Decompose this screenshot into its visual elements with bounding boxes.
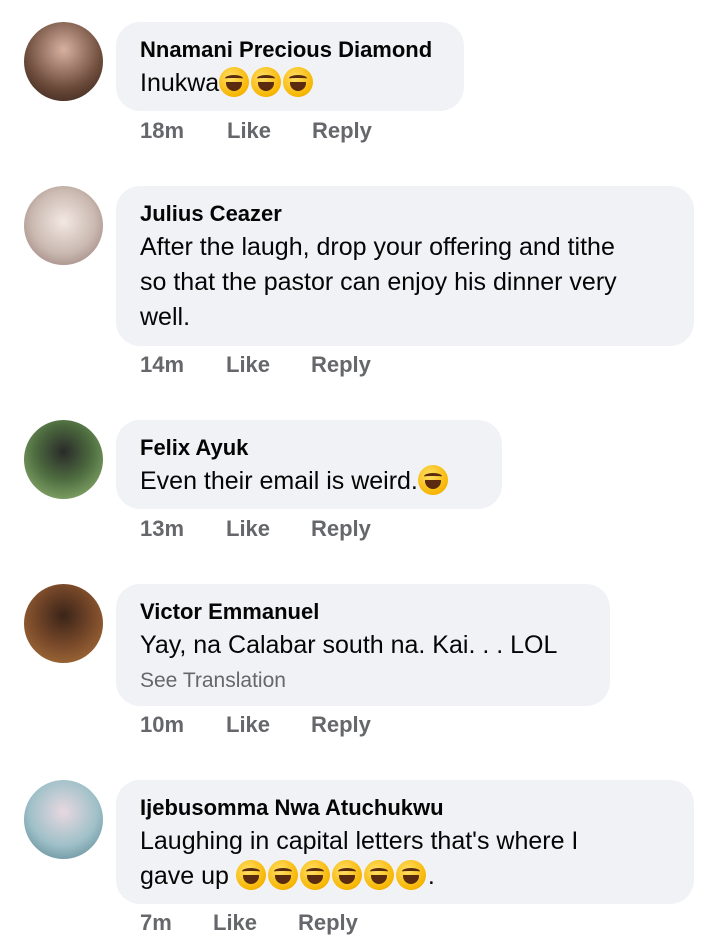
reply-button[interactable]: Reply: [311, 712, 371, 738]
comment-text: After the laugh, drop your offering and …: [140, 233, 617, 331]
comment-author[interactable]: Felix Ayuk: [140, 434, 478, 462]
avatar[interactable]: [24, 420, 103, 499]
comment-bubble: Nnamani Precious Diamond Inukwa: [116, 22, 464, 111]
like-button[interactable]: Like: [227, 118, 271, 144]
like-button[interactable]: Like: [213, 910, 257, 936]
comment-bubble: Julius Ceazer After the laugh, drop your…: [116, 186, 694, 346]
comment-time: 13m: [140, 516, 185, 541]
rolling-laughing-emoji-icon: [251, 67, 282, 97]
comment-time: 18m: [140, 118, 185, 143]
reply-button[interactable]: Reply: [312, 118, 372, 144]
reply-button[interactable]: Reply: [311, 516, 371, 542]
comment-author[interactable]: Julius Ceazer: [140, 200, 670, 228]
avatar[interactable]: [24, 780, 103, 859]
comment-author[interactable]: Nnamani Precious Diamond: [140, 36, 440, 64]
tears-of-joy-emoji-icon: [417, 465, 448, 495]
like-button[interactable]: Like: [226, 712, 270, 738]
comment-text: Laughing in capital letters that's where…: [140, 827, 579, 890]
comment-bubble: Felix Ayuk Even their email is weird.: [116, 420, 502, 509]
comment-text: Yay, na Calabar south na. Kai. . . LOL: [140, 631, 558, 659]
tears-of-joy-emoji-icon: [363, 860, 394, 890]
rolling-laughing-emoji-icon: [219, 67, 250, 97]
comment-author[interactable]: Victor Emmanuel: [140, 598, 586, 626]
reply-button[interactable]: Reply: [311, 352, 371, 378]
comment-time: 10m: [140, 712, 185, 737]
comment-time: 14m: [140, 352, 185, 377]
tears-of-joy-emoji-icon: [395, 860, 426, 890]
like-button[interactable]: Like: [226, 516, 270, 542]
tears-of-joy-emoji-icon: [299, 860, 330, 890]
like-button[interactable]: Like: [226, 352, 270, 378]
comment-author[interactable]: Ijebusomma Nwa Atuchukwu: [140, 794, 670, 822]
comment-bubble: Ijebusomma Nwa Atuchukwu Laughing in cap…: [116, 780, 694, 904]
reply-button[interactable]: Reply: [298, 910, 358, 936]
comment-time: 7m: [140, 910, 172, 935]
avatar[interactable]: [24, 584, 103, 663]
tears-of-joy-emoji-icon: [331, 860, 362, 890]
tears-of-joy-emoji-icon: [235, 860, 266, 890]
comment-bubble: Victor Emmanuel Yay, na Calabar south na…: [116, 584, 610, 706]
rolling-laughing-emoji-icon: [283, 67, 314, 97]
tears-of-joy-emoji-icon: [267, 860, 298, 890]
comment-text: Inukwa: [140, 66, 440, 101]
avatar[interactable]: [24, 186, 103, 265]
comment-text: Even their email is weird.: [140, 464, 478, 499]
avatar[interactable]: [24, 22, 103, 101]
see-translation-link[interactable]: See Translation: [140, 667, 586, 695]
